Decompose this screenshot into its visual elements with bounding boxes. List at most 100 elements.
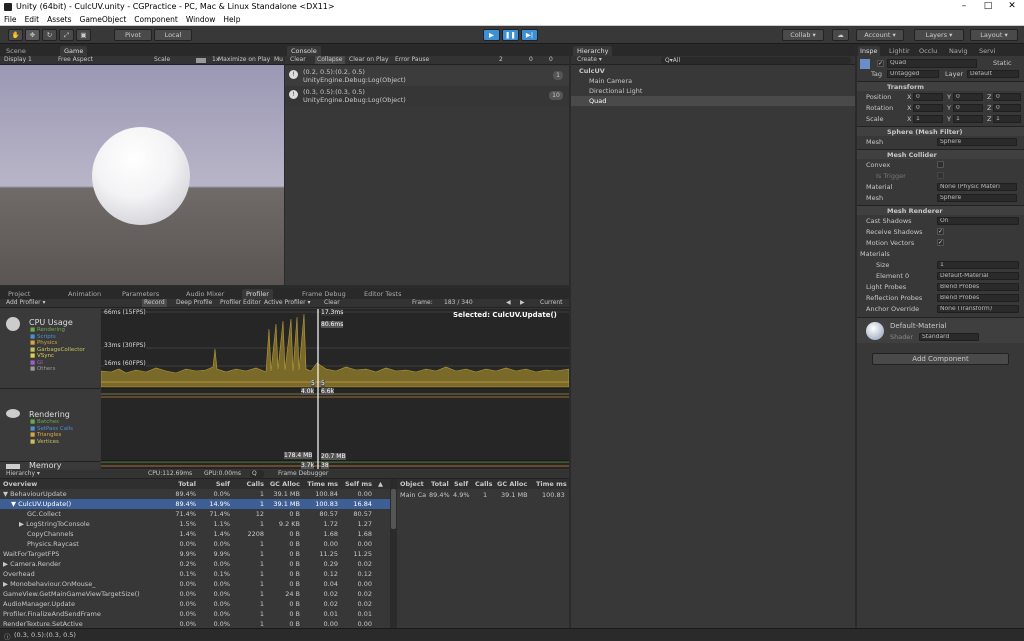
prev-frame-button[interactable]: ◀: [506, 299, 511, 307]
mute-audio-toggle[interactable]: Mu: [274, 56, 283, 64]
add-component-button[interactable]: Add Component: [872, 353, 1009, 365]
error-count[interactable]: 0: [549, 56, 553, 64]
record-button[interactable]: Record: [142, 299, 167, 307]
active-profiler-dropdown[interactable]: Active Profiler ▾: [264, 299, 311, 307]
maximize-button[interactable]: □: [976, 1, 1000, 11]
col-total[interactable]: Total: [431, 479, 449, 489]
detail-row[interactable]: Main Ca 89.4% 4.9% 1 39.1 MB 100.83: [397, 490, 569, 500]
console-entry[interactable]: ! (0.3, 0.5):(0.3, 0.5) UnityEngine.Debu…: [285, 86, 569, 106]
game-viewport[interactable]: [0, 65, 284, 285]
create-dropdown[interactable]: Create ▾: [577, 56, 602, 64]
step-button[interactable]: ▶|: [521, 29, 538, 41]
motion-vectors-checkbox[interactable]: ✓: [937, 239, 944, 246]
table-row[interactable]: ▶ Monobehaviour.OnMouse_ 0.0% 0.0% 1 0 B 0.04…: [0, 579, 390, 589]
light-probes-dropdown[interactable]: Blend Probes: [937, 283, 1019, 291]
menu-edit[interactable]: Edit: [21, 14, 44, 24]
rotate-tool-icon[interactable]: ↻: [42, 29, 57, 41]
menu-file[interactable]: File: [0, 14, 21, 24]
table-row[interactable]: GC.Collect 71.4% 71.4% 12 0 B 80.57 80.57: [0, 509, 390, 519]
col-calls[interactable]: Calls: [475, 479, 492, 489]
error-pause-button[interactable]: Error Pause: [395, 56, 429, 64]
cast-shadows-dropdown[interactable]: On: [937, 217, 1019, 225]
tab-navigation[interactable]: Navig: [947, 46, 970, 56]
play-button[interactable]: ▶: [483, 29, 500, 41]
reflection-probes-dropdown[interactable]: Blend Probes: [937, 294, 1019, 302]
tab-animation[interactable]: Animation: [64, 289, 105, 299]
tab-audio-mixer[interactable]: Audio Mixer: [182, 289, 228, 299]
table-row[interactable]: ▼ BehaviourUpdate 89.4% 0.0% 1 39.1 MB 100.84…: [0, 489, 390, 499]
tab-lighting[interactable]: Lightir: [887, 46, 912, 56]
table-row[interactable]: CopyChannels 1.4% 1.4% 2208 0 B 1.68 1.68: [0, 529, 390, 539]
pivot-toggle[interactable]: Pivot: [114, 29, 152, 41]
mesh-collider-header[interactable]: Mesh Collider: [857, 149, 1024, 159]
col-overview[interactable]: Overview: [3, 479, 37, 489]
col-time-ms[interactable]: Time ms: [536, 479, 567, 489]
object-name-field[interactable]: Quad: [887, 59, 977, 68]
collab-dropdown[interactable]: Collab ▾: [782, 29, 824, 41]
receive-shadows-checkbox[interactable]: ✓: [937, 228, 944, 235]
scale-x-field[interactable]: 1: [913, 115, 943, 123]
element0-field[interactable]: Default-Material: [937, 272, 1019, 280]
pause-button[interactable]: ❚❚: [502, 29, 519, 41]
col-calls[interactable]: Calls: [236, 479, 264, 489]
table-row[interactable]: WaitForTargetFPS 9.9% 9.9% 1 0 B 11.25 11.25: [0, 549, 390, 559]
status-message[interactable]: (0.3, 0.5):(0.3, 0.5): [14, 631, 76, 639]
cloud-icon[interactable]: ☁: [832, 29, 849, 41]
local-toggle[interactable]: Local: [154, 29, 192, 41]
collapse-button[interactable]: Collapse: [315, 56, 345, 64]
scale-slider[interactable]: [196, 58, 206, 63]
add-profiler-dropdown[interactable]: Add Profiler ▾: [6, 299, 46, 307]
menu-help[interactable]: Help: [219, 14, 244, 24]
tab-game[interactable]: Game: [60, 46, 88, 56]
physic-material-field[interactable]: None (Physic Materi: [937, 183, 1017, 191]
display-dropdown[interactable]: Display 1: [4, 56, 32, 64]
tab-parameters[interactable]: Parameters: [118, 289, 163, 299]
rotation-y-field[interactable]: 0: [953, 104, 983, 112]
tab-console[interactable]: Console: [287, 46, 321, 56]
cpu-usage-title[interactable]: CPU Usage: [29, 318, 73, 327]
scale-tool-icon[interactable]: ⤢: [59, 29, 74, 41]
active-checkbox[interactable]: ✓: [877, 60, 884, 67]
console-entry[interactable]: ! (0.2, 0.5):(0.2, 0.5) UnityEngine.Debu…: [285, 66, 569, 86]
convex-checkbox[interactable]: [937, 161, 944, 168]
hierarchy-item-quad[interactable]: Quad: [571, 96, 855, 106]
table-row[interactable]: Profiler.FinalizeAndSendFrame 0.0% 0.0% 1 0 …: [0, 609, 390, 619]
anchor-override-field[interactable]: None (Transform): [937, 305, 1019, 313]
scale-y-field[interactable]: 1: [953, 115, 983, 123]
mesh-filter-header[interactable]: Sphere (Mesh Filter): [857, 126, 1024, 136]
aspect-dropdown[interactable]: Free Aspect: [58, 56, 93, 64]
memory-title[interactable]: Memory: [29, 461, 62, 470]
transform-header[interactable]: Transform: [857, 81, 1024, 91]
table-row[interactable]: ▼ CulcUV.Update() 89.4% 14.9% 1 39.1 MB 100.8…: [0, 499, 390, 509]
position-y-field[interactable]: 0: [953, 93, 983, 101]
menu-window[interactable]: Window: [182, 14, 220, 24]
scale-z-field[interactable]: 1: [993, 115, 1021, 123]
col-time-ms[interactable]: Time ms: [302, 479, 338, 489]
layers-dropdown[interactable]: Layers ▾: [914, 29, 964, 41]
mesh-field[interactable]: Sphere: [937, 138, 1017, 146]
current-frame-button[interactable]: Current: [540, 299, 563, 307]
table-row[interactable]: GameView.GetMainGameViewTargetSize() 0.0%…: [0, 589, 390, 599]
layout-dropdown[interactable]: Layout ▾: [970, 29, 1018, 41]
col-self[interactable]: Self: [454, 479, 468, 489]
table-row[interactable]: ▶ LogStringToConsole 1.5% 1.1% 1 9.2 KB 1.72 1…: [0, 519, 390, 529]
tab-hierarchy[interactable]: Hierarchy: [573, 46, 613, 56]
mesh-renderer-header[interactable]: Mesh Renderer: [857, 205, 1024, 215]
clear-on-play-button[interactable]: Clear on Play: [349, 56, 389, 64]
menu-assets[interactable]: Assets: [43, 14, 75, 24]
is-trigger-checkbox[interactable]: [937, 172, 944, 179]
tab-inspector[interactable]: Inspe: [858, 46, 880, 56]
col-self[interactable]: Self: [204, 479, 230, 489]
col-self-ms[interactable]: Self ms: [338, 479, 372, 489]
hierarchy-search-input[interactable]: Q▾All: [661, 57, 851, 64]
move-tool-icon[interactable]: ✥: [25, 29, 40, 41]
col-gc-alloc[interactable]: GC Alloc: [497, 479, 527, 489]
rect-tool-icon[interactable]: ▣: [76, 29, 91, 41]
rotation-z-field[interactable]: 0: [993, 104, 1021, 112]
profiler-graph[interactable]: 66ms (15FPS) 33ms (30FPS) 16ms (60FPS) S…: [101, 309, 569, 469]
close-button[interactable]: ✕: [1000, 1, 1024, 11]
menu-component[interactable]: Component: [130, 14, 182, 24]
col-object[interactable]: Object: [400, 479, 424, 489]
rendering-title[interactable]: Rendering: [29, 410, 70, 419]
material-section[interactable]: Default-Material Shader Standard: [857, 317, 1024, 343]
